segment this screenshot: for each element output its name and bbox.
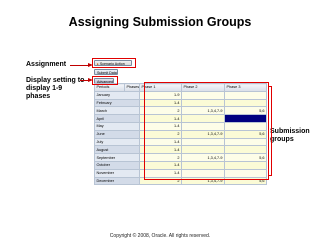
month-cell[interactable]: April xyxy=(94,114,140,123)
submission-groups-bracket xyxy=(268,86,272,176)
display-setting-arrow xyxy=(80,80,88,81)
display-setting-label: Display setting to display 1-9 phases xyxy=(26,77,85,100)
submit-data-button[interactable]: Submit Data xyxy=(94,69,118,75)
month-cell[interactable]: May xyxy=(94,121,140,131)
slide-title: Assigning Submission Groups xyxy=(68,15,252,29)
submission-groups-highlight-box xyxy=(144,82,269,180)
month-cell[interactable]: October xyxy=(94,160,140,170)
month-cell[interactable]: March xyxy=(94,106,140,116)
display-setting-highlight-box xyxy=(92,76,118,85)
assignment-highlight-box xyxy=(92,58,136,68)
month-cell[interactable]: June xyxy=(94,129,140,139)
month-cell[interactable]: July xyxy=(94,137,140,147)
month-cell[interactable]: November xyxy=(94,168,140,178)
assignment-label: Assignment xyxy=(26,61,67,68)
month-cell[interactable]: January xyxy=(94,90,140,100)
month-cell[interactable]: December xyxy=(94,176,140,186)
submission-groups-label: Submission groups xyxy=(270,128,310,143)
header-phases[interactable]: Phases xyxy=(124,83,140,92)
assignment-arrow xyxy=(70,65,88,66)
copyright-footer: Copyright © 2008, Oracle. All rights res… xyxy=(109,233,211,239)
month-cell[interactable]: February xyxy=(94,98,140,108)
month-cell[interactable]: September xyxy=(94,153,140,162)
month-cell[interactable]: August xyxy=(94,145,140,155)
